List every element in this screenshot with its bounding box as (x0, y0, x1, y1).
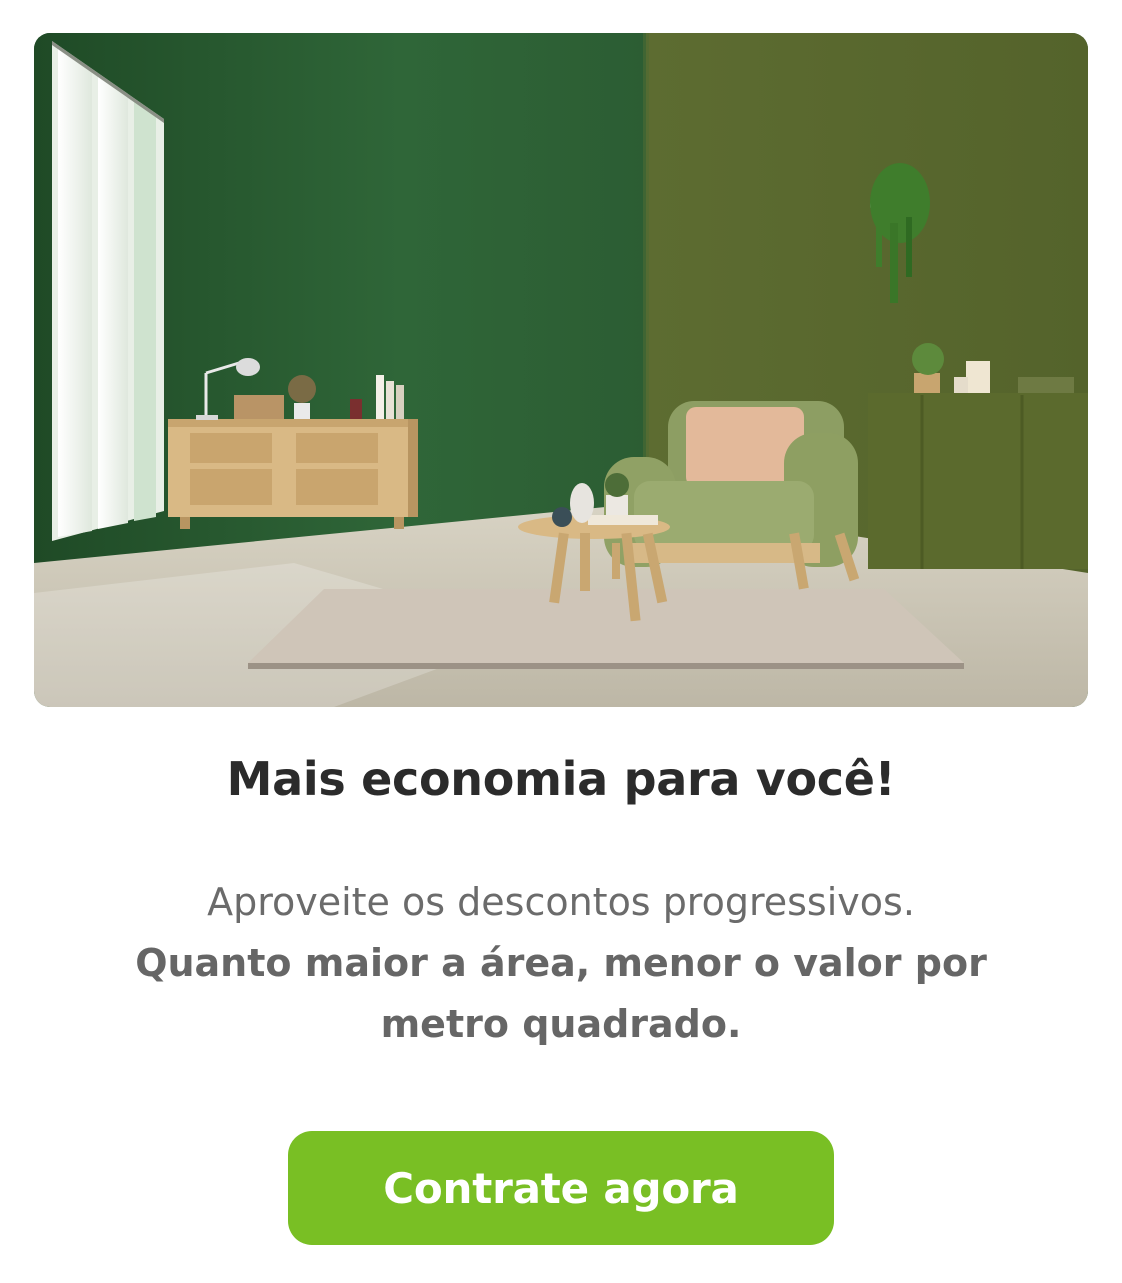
living-room-illustration (34, 33, 1088, 707)
promo-description-regular: Aproveite os descontos progressivos. (207, 880, 915, 924)
basket (234, 395, 284, 419)
promo-title: Mais economia para você! (226, 752, 896, 806)
promo-description: Aproveite os descontos progressivos. Qua… (110, 872, 1012, 1055)
rug (248, 589, 964, 663)
contract-now-button[interactable]: Contrate agora (288, 1131, 834, 1245)
vase (294, 403, 310, 419)
sideboard (168, 419, 418, 529)
promo-description-bold: Quanto maior a área, menor o valor por m… (135, 941, 987, 1046)
hero-image (34, 33, 1088, 707)
window (52, 41, 164, 541)
